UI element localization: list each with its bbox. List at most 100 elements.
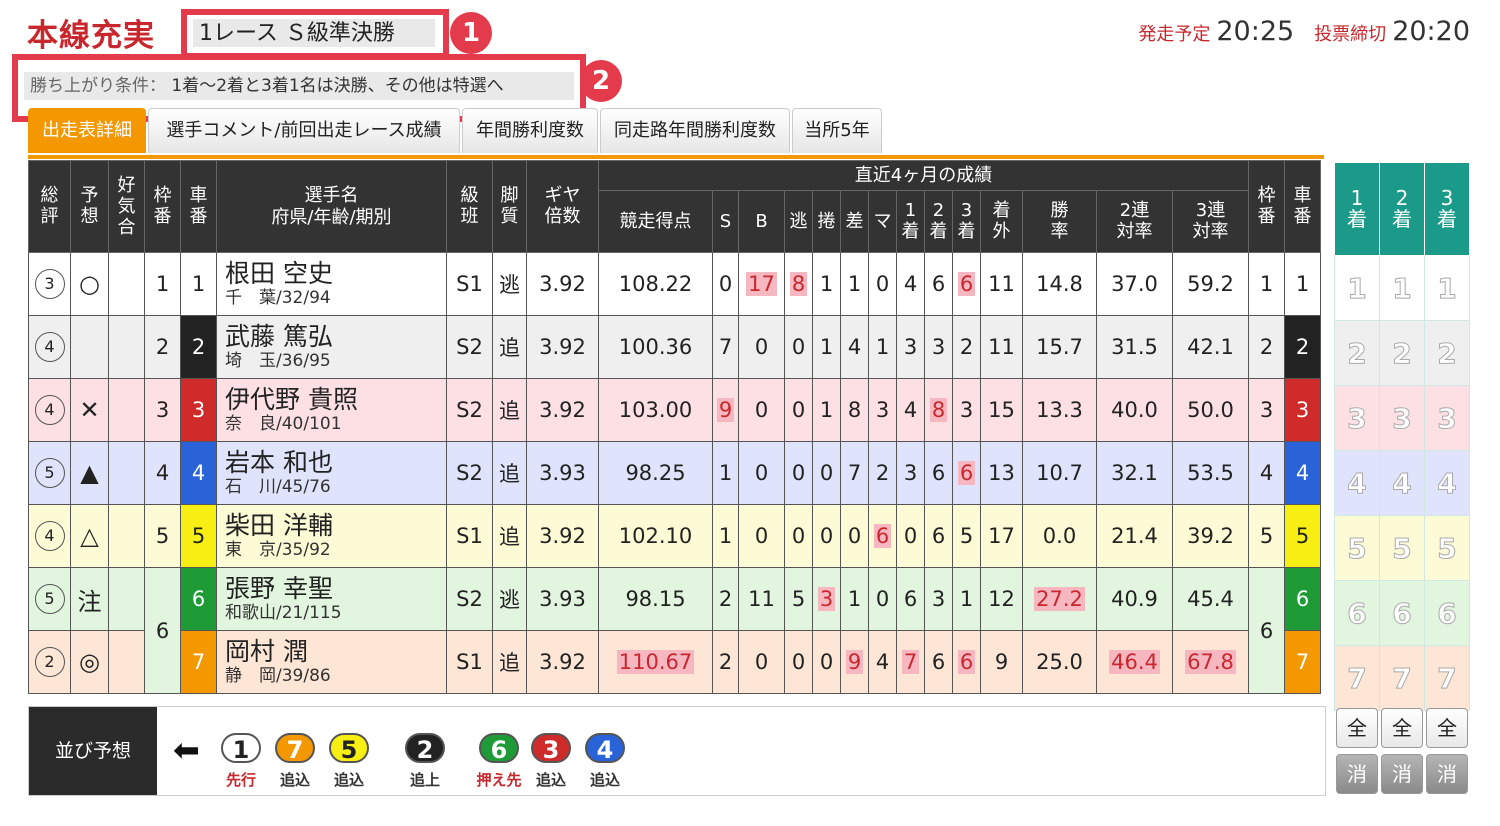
rank-checkbox-2[interactable]: 3 — [1379, 385, 1425, 451]
rating-cell: 5 — [28, 441, 71, 505]
rider-name[interactable]: 伊代野 貴照 — [225, 386, 446, 414]
stat-r2: 3 — [924, 315, 953, 379]
stat-ren2: 37.0 — [1096, 252, 1173, 316]
stat-r3: 3 — [952, 378, 981, 442]
rank-checkbox-3[interactable]: 4 — [1424, 450, 1470, 516]
rank-checkbox-2[interactable]: 1 — [1379, 255, 1425, 321]
stat-s: 2 — [712, 630, 739, 694]
tab-comments[interactable]: 選手コメント/前回出走レース成績 — [148, 108, 460, 153]
rank-checkbox-2[interactable]: 6 — [1379, 580, 1425, 646]
rider-name-cell[interactable]: 柴田 洋輔東 京/35/92 — [216, 504, 447, 568]
stat-r3: 6 — [952, 441, 981, 505]
rider-name-cell[interactable]: 根田 空史千 葉/32/94 — [216, 252, 447, 316]
clear-2nd-button[interactable]: 消 — [1381, 754, 1423, 794]
rank-checkbox-3[interactable]: 2 — [1424, 320, 1470, 386]
header-nige: 逃 — [784, 190, 813, 253]
rider-name[interactable]: 柴田 洋輔 — [225, 512, 446, 540]
rank-checkbox-2[interactable]: 2 — [1379, 320, 1425, 386]
stat-nige: 0 — [784, 504, 813, 568]
stat-win: 0.0 — [1022, 504, 1097, 568]
line-car-4: 4 — [585, 733, 625, 764]
schedule: 発走予定 20:25 投票締切 20:20 — [1138, 16, 1470, 47]
car-number-right: 5 — [1284, 504, 1321, 568]
clear-3rd-button[interactable]: 消 — [1426, 754, 1468, 794]
stat-r1: 3 — [896, 315, 925, 379]
stat-ma: 4 — [868, 630, 897, 694]
rank-checkbox-1[interactable]: 7 — [1334, 645, 1380, 711]
header-3rd: 3着 — [952, 190, 981, 253]
tab-5years[interactable]: 当所5年 — [792, 108, 882, 153]
rider-name[interactable]: 岩本 和也 — [225, 449, 446, 477]
car-number: 1 — [180, 252, 217, 316]
stat-r2: 6 — [924, 441, 953, 505]
rank-checkbox-3[interactable]: 5 — [1424, 515, 1470, 581]
kouki-cell — [108, 630, 145, 694]
race-label: 1レース Ｓ級準決勝 — [193, 19, 435, 47]
rider-name-cell[interactable]: 伊代野 貴照奈 良/40/101 — [216, 378, 447, 442]
rank-checkbox-3[interactable]: 7 — [1424, 645, 1470, 711]
rider-name-cell[interactable]: 岩本 和也石 川/45/76 — [216, 441, 447, 505]
rank-checkbox-1[interactable]: 6 — [1334, 580, 1380, 646]
waku-cell: 1 — [144, 252, 181, 316]
rating-hex-icon: 5 — [34, 458, 65, 488]
rider-name[interactable]: 根田 空史 — [225, 260, 446, 288]
line-car-type: 先行 — [225, 771, 256, 789]
stat-r3: 1 — [952, 567, 981, 631]
rider-row: 5 注 6 6 張野 幸聖 和歌山/21/115 S2 逃 3.93 98.15 2 11 5 3 1 0 6 3… — [28, 567, 1321, 694]
rating-cell: 4 — [28, 315, 71, 379]
tab-detail[interactable]: 出走表詳細 — [28, 108, 146, 153]
stat-win: 27.2 — [1022, 567, 1097, 631]
rank-checkbox-3[interactable]: 6 — [1424, 580, 1470, 646]
rank-checkbox-1[interactable]: 5 — [1334, 515, 1380, 581]
select-all-3rd-button[interactable]: 全 — [1426, 708, 1468, 748]
rider-name-cell[interactable]: 岡村 潤静 岡/39/86 — [216, 630, 447, 694]
rating-hex-icon: 4 — [34, 521, 65, 551]
car-number-right: 2 — [1284, 315, 1321, 379]
stat-score: 98.15 — [598, 567, 713, 631]
stat-nige: 0 — [784, 378, 813, 442]
car-number-right: 7 — [1284, 630, 1321, 694]
stat-makuri: 1 — [812, 378, 841, 442]
rank-checkbox-2[interactable]: 4 — [1379, 450, 1425, 516]
rider-name[interactable]: 武藤 篤弘 — [225, 323, 446, 351]
rank-checkbox-1[interactable]: 3 — [1334, 385, 1380, 451]
waku-cell-right: 1 — [1248, 252, 1285, 316]
rank-checkbox-3[interactable]: 3 — [1424, 385, 1470, 451]
rating-hex-icon: 3 — [34, 269, 65, 299]
stat-ren2: 31.5 — [1096, 315, 1173, 379]
stat-r2: 8 — [924, 378, 953, 442]
stat-ren2: 21.4 — [1096, 504, 1173, 568]
stat-r1: 7 — [896, 630, 925, 694]
rider-name[interactable]: 張野 幸聖 — [225, 575, 446, 603]
rank-checkbox-3[interactable]: 1 — [1424, 255, 1470, 321]
rank-checkbox-1[interactable]: 1 — [1334, 255, 1380, 321]
waku-cell: 2 — [144, 315, 181, 379]
select-all-2nd-button[interactable]: 全 — [1381, 708, 1423, 748]
rank-row: 111 — [1334, 255, 1470, 321]
header-waku: 枠番 — [144, 160, 181, 253]
stat-r3: 2 — [952, 315, 981, 379]
stat-sashi: 0 — [840, 504, 869, 568]
rank-checkbox-2[interactable]: 7 — [1379, 645, 1425, 711]
stat-kyu: S2 — [446, 567, 493, 631]
rider-name-cell[interactable]: 張野 幸聖 和歌山/21/115 — [216, 567, 447, 631]
rider-name-cell[interactable]: 武藤 篤弘埼 玉/36/95 — [216, 315, 447, 379]
header-kouki: 好気合 — [108, 160, 145, 253]
stat-r1: 4 — [896, 252, 925, 316]
rank-row: 777 — [1334, 645, 1470, 711]
rider-profile: 和歌山/21/115 — [225, 603, 342, 623]
select-all-1st-button[interactable]: 全 — [1336, 708, 1378, 748]
stat-r3: 6 — [952, 252, 981, 316]
rank-checkbox-1[interactable]: 2 — [1334, 320, 1380, 386]
rank-checkbox-1[interactable]: 4 — [1334, 450, 1380, 516]
car-number: 7 — [180, 630, 217, 694]
rider-name[interactable]: 岡村 潤 — [225, 638, 446, 666]
clear-1st-button[interactable]: 消 — [1336, 754, 1378, 794]
rank-checkbox-2[interactable]: 5 — [1379, 515, 1425, 581]
tab-annual-wins[interactable]: 年間勝利度数 — [462, 108, 598, 153]
stat-ren3: 39.2 — [1172, 504, 1249, 568]
tab-track-annual-wins[interactable]: 同走路年間勝利度数 — [600, 108, 790, 153]
stat-out: 15 — [980, 378, 1023, 442]
stat-r3: 6 — [952, 630, 981, 694]
stat-gear: 3.92 — [526, 504, 599, 568]
